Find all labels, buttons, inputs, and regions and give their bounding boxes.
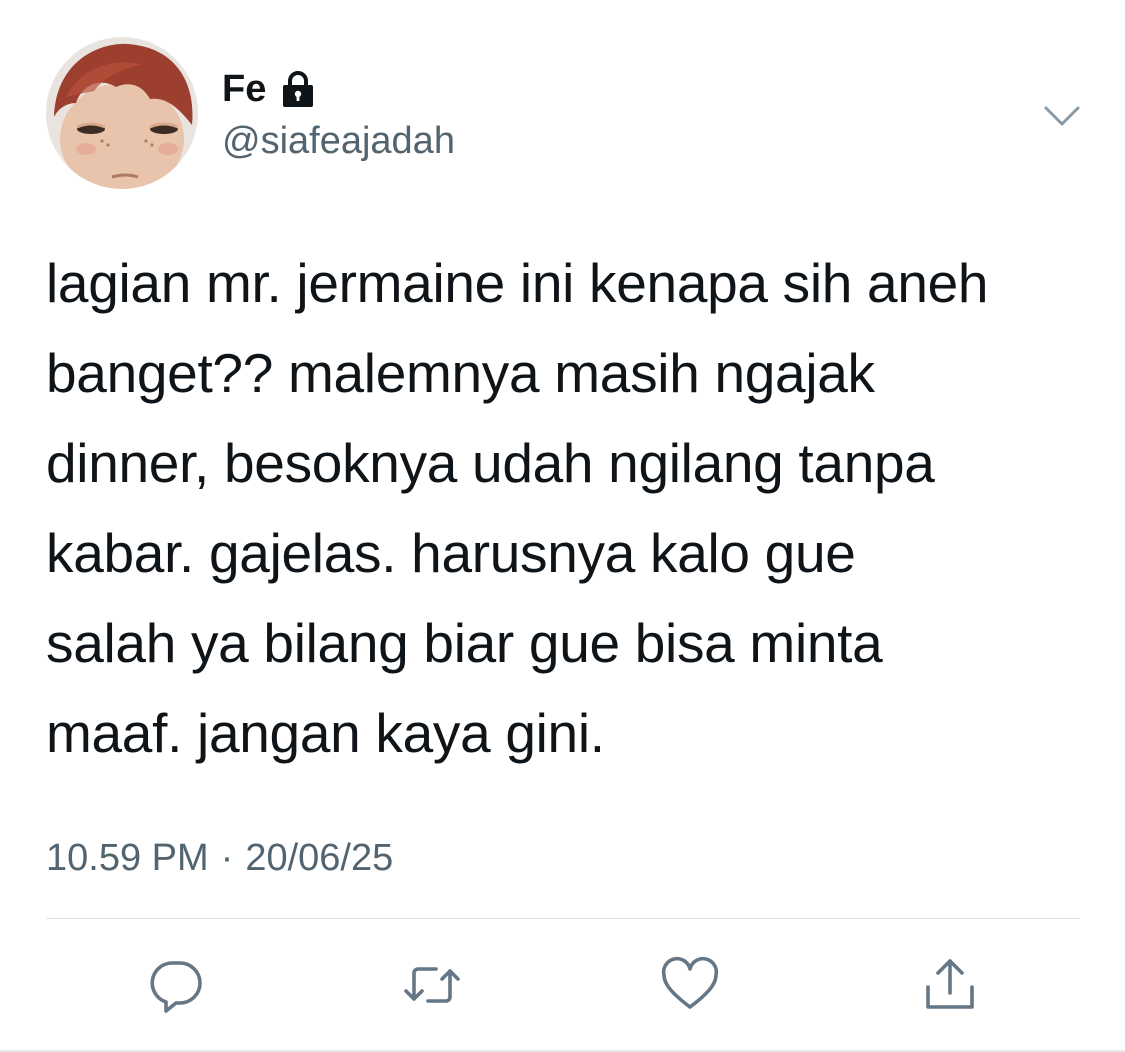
tweet-time: 10.59 PM [46, 837, 209, 879]
tweet-line: banget?? malemnya masih ngajak [46, 342, 875, 404]
divider [46, 918, 1080, 919]
handle[interactable]: @siafeajadah [222, 118, 455, 164]
author-name-row: Fe [222, 66, 318, 112]
tweet-line: maaf. jangan kaya gini. [46, 702, 605, 764]
share-icon [926, 959, 974, 1009]
share-button[interactable] [920, 955, 980, 1015]
like-icon [661, 956, 719, 1009]
tweet-line: lagian mr. jermaine ini kenapa sih aneh [46, 252, 989, 314]
like-button[interactable] [660, 955, 720, 1015]
reply-button[interactable] [146, 955, 206, 1015]
tweet-line: kabar. gajelas. harusnya kalo gue [46, 522, 856, 584]
meta-separator: · [220, 837, 234, 879]
tweet-text: lagian mr. jermaine ini kenapa sih aneh … [46, 238, 1086, 778]
avatar[interactable] [46, 37, 198, 189]
retweet-button[interactable] [402, 955, 462, 1015]
avatar-image [46, 37, 198, 189]
chevron-down-icon[interactable] [1040, 94, 1084, 138]
tweet-timestamp[interactable]: 10.59 PM · 20/06/25 [46, 835, 393, 881]
tweet-date: 20/06/25 [245, 837, 394, 879]
reply-icon [150, 961, 202, 1013]
action-bar [0, 955, 1125, 1015]
tweet-line: salah ya bilang biar gue bisa minta [46, 612, 883, 674]
retweet-icon [404, 967, 460, 1003]
display-name[interactable]: Fe [222, 66, 266, 112]
lock-icon [278, 69, 318, 109]
tweet-line: dinner, besoknya udah ngilang tanpa [46, 432, 935, 494]
